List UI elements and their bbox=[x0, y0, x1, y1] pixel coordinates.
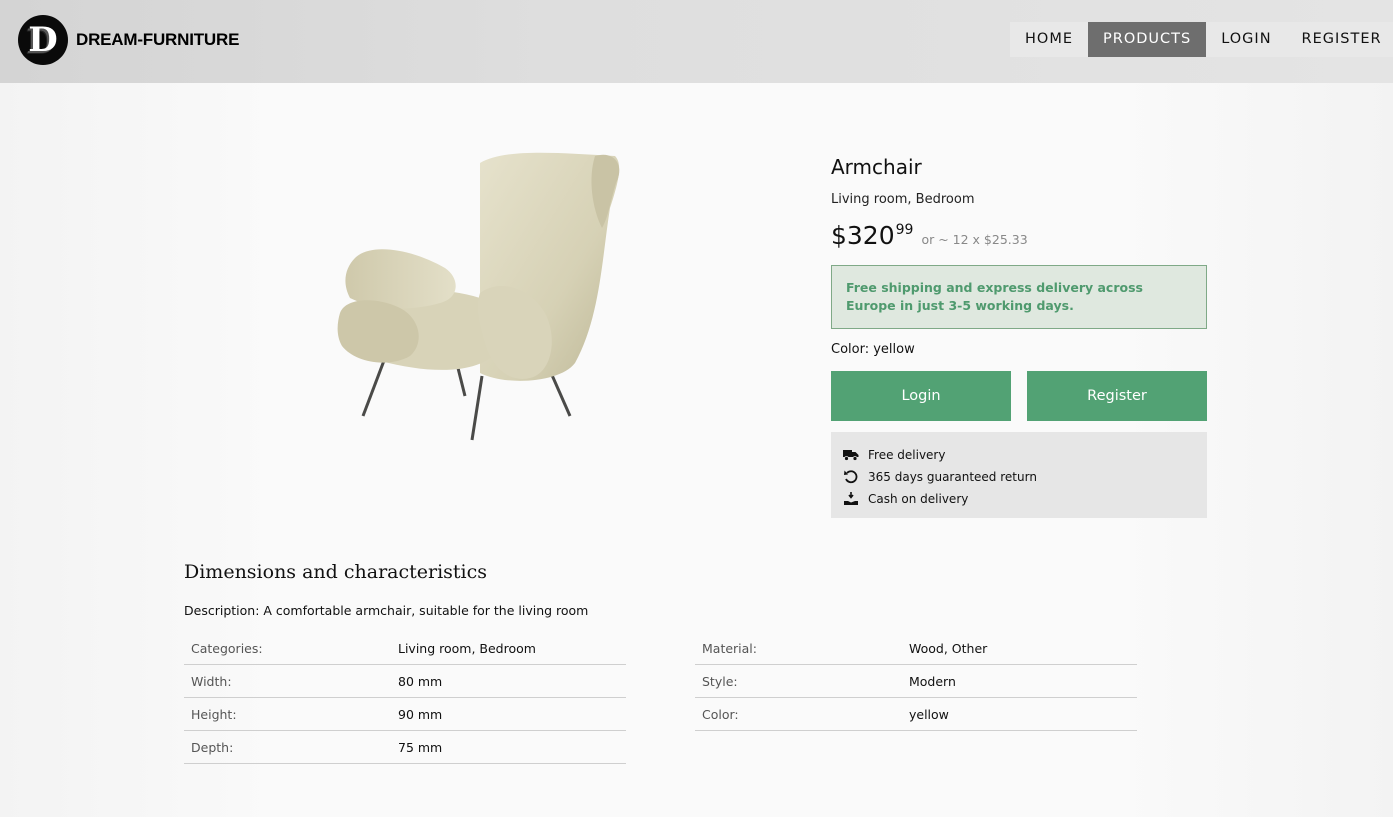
spec-label: Height: bbox=[191, 706, 237, 722]
product-title: Armchair bbox=[831, 155, 922, 179]
spec-label: Width: bbox=[191, 673, 232, 689]
product-image-armchair bbox=[337, 152, 620, 441]
spec-row: Height: 90 mm bbox=[184, 698, 626, 731]
perks-box: Free delivery 365 days guaranteed return… bbox=[831, 432, 1207, 518]
spec-row: Style: Modern bbox=[695, 665, 1137, 698]
spec-row: Width: 80 mm bbox=[184, 665, 626, 698]
spec-value: Wood, Other bbox=[909, 640, 988, 656]
perk-label: 365 days guaranteed return bbox=[868, 470, 1037, 484]
spec-label: Categories: bbox=[191, 640, 263, 656]
product-color: Color: yellow bbox=[831, 342, 915, 357]
price-installment: or ~ 12 x $25.33 bbox=[921, 232, 1028, 247]
perk-return: 365 days guaranteed return bbox=[843, 466, 1195, 488]
truck-icon bbox=[843, 450, 859, 461]
perk-label: Cash on delivery bbox=[868, 492, 969, 506]
spec-value: yellow bbox=[909, 706, 949, 722]
spec-table-left: Categories: Living room, Bedroom Width: … bbox=[184, 632, 626, 764]
product-description: Description: A comfortable armchair, sui… bbox=[184, 603, 589, 618]
register-button[interactable]: Register bbox=[1027, 371, 1207, 421]
logo-letter: D bbox=[28, 20, 58, 60]
cash-hand-icon bbox=[844, 492, 858, 505]
login-button[interactable]: Login bbox=[831, 371, 1011, 421]
spec-value: Living room, Bedroom bbox=[398, 640, 536, 656]
brand-name[interactable]: DREAM-FURNITURE bbox=[76, 30, 239, 50]
nav-home[interactable]: HOME bbox=[1010, 22, 1088, 57]
dimensions-heading: Dimensions and characteristics bbox=[184, 561, 488, 583]
spec-row: Color: yellow bbox=[695, 698, 1137, 731]
spec-value: 90 mm bbox=[398, 706, 443, 722]
product-price: $320 99 or ~ 12 x $25.33 bbox=[831, 221, 1028, 250]
spec-value: 75 mm bbox=[398, 739, 443, 755]
nav-login[interactable]: LOGIN bbox=[1206, 22, 1286, 57]
perk-free-delivery: Free delivery bbox=[843, 444, 1195, 466]
return-icon bbox=[844, 470, 858, 484]
nav-products[interactable]: PRODUCTS bbox=[1088, 22, 1207, 57]
price-main: $320 bbox=[831, 221, 895, 250]
spec-row: Categories: Living room, Bedroom bbox=[184, 632, 626, 665]
price-cents: 99 bbox=[895, 222, 914, 238]
spec-label: Depth: bbox=[191, 739, 234, 755]
logo[interactable]: D bbox=[18, 15, 68, 65]
spec-row: Material: Wood, Other bbox=[695, 632, 1137, 665]
spec-label: Color: bbox=[702, 706, 739, 722]
spec-label: Style: bbox=[702, 673, 738, 689]
nav-register[interactable]: REGISTER bbox=[1287, 22, 1393, 57]
spec-value: 80 mm bbox=[398, 673, 443, 689]
perk-cash-on-delivery: Cash on delivery bbox=[843, 488, 1195, 510]
spec-row: Depth: 75 mm bbox=[184, 731, 626, 764]
site-header: D DREAM-FURNITURE HOME PRODUCTS LOGIN RE… bbox=[0, 0, 1393, 83]
spec-value: Modern bbox=[909, 673, 956, 689]
spec-label: Material: bbox=[702, 640, 757, 656]
main-nav: HOME PRODUCTS LOGIN REGISTER bbox=[1010, 22, 1393, 57]
perk-label: Free delivery bbox=[868, 448, 946, 462]
shipping-notice: Free shipping and express delivery acros… bbox=[831, 265, 1207, 329]
product-page: Armchair Living room, Bedroom $320 99 or… bbox=[0, 83, 1393, 817]
spec-table-right: Material: Wood, Other Style: Modern Colo… bbox=[695, 632, 1137, 731]
product-categories: Living room, Bedroom bbox=[831, 192, 975, 207]
